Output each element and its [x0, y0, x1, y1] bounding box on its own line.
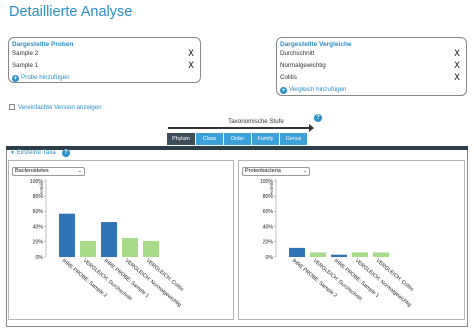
bar[interactable]: [122, 238, 138, 257]
taxonomic-level-label: Taxonomische Stufe: [228, 118, 284, 125]
y-tick-label: 40%: [263, 224, 274, 230]
y-tick-label: 20%: [33, 240, 44, 246]
bar[interactable]: [331, 254, 347, 257]
bar[interactable]: [101, 222, 117, 257]
bar[interactable]: [143, 241, 159, 257]
x-tick-label: VERGLEICH: Colitis: [375, 258, 415, 293]
bar[interactable]: [373, 252, 389, 257]
comparison-item: Durchschnitt X: [277, 48, 466, 60]
bar-chart: Anteil100%80%60%40%20%0%IHRE PROBE: Samp…: [260, 179, 415, 309]
collapse-triangle-icon: ▼: [10, 150, 15, 156]
section-header-bar: [6, 146, 468, 150]
page-title: Detaillierte Analyse: [9, 4, 133, 20]
comparison-item-label: Durchschnitt: [280, 50, 315, 57]
tab-class[interactable]: Class: [196, 133, 224, 145]
remove-comparison-button[interactable]: X: [454, 72, 460, 84]
y-tick-label: 0%: [266, 255, 274, 261]
remove-sample-button[interactable]: X: [188, 60, 194, 72]
add-sample-label: Probe hinzufügen: [21, 74, 70, 81]
sample-item: Sample 2 X: [9, 48, 200, 60]
y-tick-label: 100%: [30, 179, 44, 185]
comparisons-panel: Dargestellte Vergleiche Durchschnitt X N…: [276, 37, 467, 96]
plus-icon: +: [280, 87, 287, 94]
taxonomy-tabs: Phylum Class Order Family Genus: [167, 133, 308, 145]
sample-item-label: Sample 2: [12, 50, 39, 57]
bar[interactable]: [310, 252, 326, 257]
simplified-checkbox[interactable]: [9, 104, 15, 110]
tab-genus[interactable]: Genus: [280, 133, 308, 145]
simplified-version-toggle[interactable]: Vereinfachte Version anzeigen: [9, 104, 102, 111]
comparison-item-label: Colitis: [280, 74, 297, 81]
comparison-item: Colitis X: [277, 72, 466, 84]
remove-comparison-button[interactable]: X: [454, 48, 460, 60]
bar-chart: Anteil100%80%60%40%20%0%IHRE PROBE: Samp…: [30, 179, 185, 309]
bar[interactable]: [59, 213, 75, 257]
tab-family[interactable]: Family: [252, 133, 280, 145]
remove-comparison-button[interactable]: X: [454, 60, 460, 72]
help-icon[interactable]: ?: [62, 149, 70, 157]
y-tick-label: 80%: [33, 194, 44, 200]
comparisons-panel-title: Dargestellte Vergleiche: [280, 41, 352, 48]
sample-item: Sample 1 X: [9, 60, 200, 72]
y-tick-label: 60%: [33, 209, 44, 215]
sample-item-label: Sample 1: [12, 62, 39, 69]
bar[interactable]: [80, 241, 96, 257]
tab-phylum[interactable]: Phylum: [167, 133, 196, 145]
y-tick-label: 40%: [33, 224, 44, 230]
x-tick-label: VERGLEICH: Colitis: [145, 258, 185, 293]
y-tick-label: 80%: [263, 194, 274, 200]
y-tick-label: 20%: [263, 240, 274, 246]
tab-order[interactable]: Order: [224, 133, 252, 145]
remove-sample-button[interactable]: X: [188, 48, 194, 60]
samples-panel-title: Dargestellte Proben: [12, 41, 74, 48]
bar[interactable]: [289, 247, 305, 257]
add-comparison-button[interactable]: + Vergleich hinzufügen: [277, 84, 466, 95]
section-toggle[interactable]: ▼ Einzelne Taxa: [10, 149, 56, 156]
comparison-item-label: Normalgewichtig: [280, 62, 326, 69]
add-sample-button[interactable]: + Probe hinzufügen: [9, 72, 200, 83]
section-title: Einzelne Taxa: [16, 149, 56, 156]
y-tick-label: 0%: [36, 255, 44, 261]
simplified-label: Vereinfachte Version anzeigen: [18, 104, 102, 111]
samples-panel: Dargestellte Proben Sample 2 X Sample 1 …: [8, 37, 201, 83]
bar[interactable]: [352, 252, 368, 257]
add-comparison-label: Vergleich hinzufügen: [289, 86, 347, 93]
taxonomic-arrow: [168, 124, 314, 132]
comparison-item: Normalgewichtig X: [277, 60, 466, 72]
chart-panel-left: Bacteroidetes ⌄ Anteil 100% 80% 60% 40% 20% 0%…: [8, 160, 234, 320]
plus-icon: +: [12, 75, 19, 82]
help-icon[interactable]: ?: [314, 114, 322, 122]
y-tick-label: 60%: [263, 209, 274, 215]
y-tick-label: 100%: [260, 179, 274, 185]
chart-panel-right: Proteobacteria ⌄ Anteil 100% 80% 60% 40% 20% 0…: [238, 160, 465, 320]
